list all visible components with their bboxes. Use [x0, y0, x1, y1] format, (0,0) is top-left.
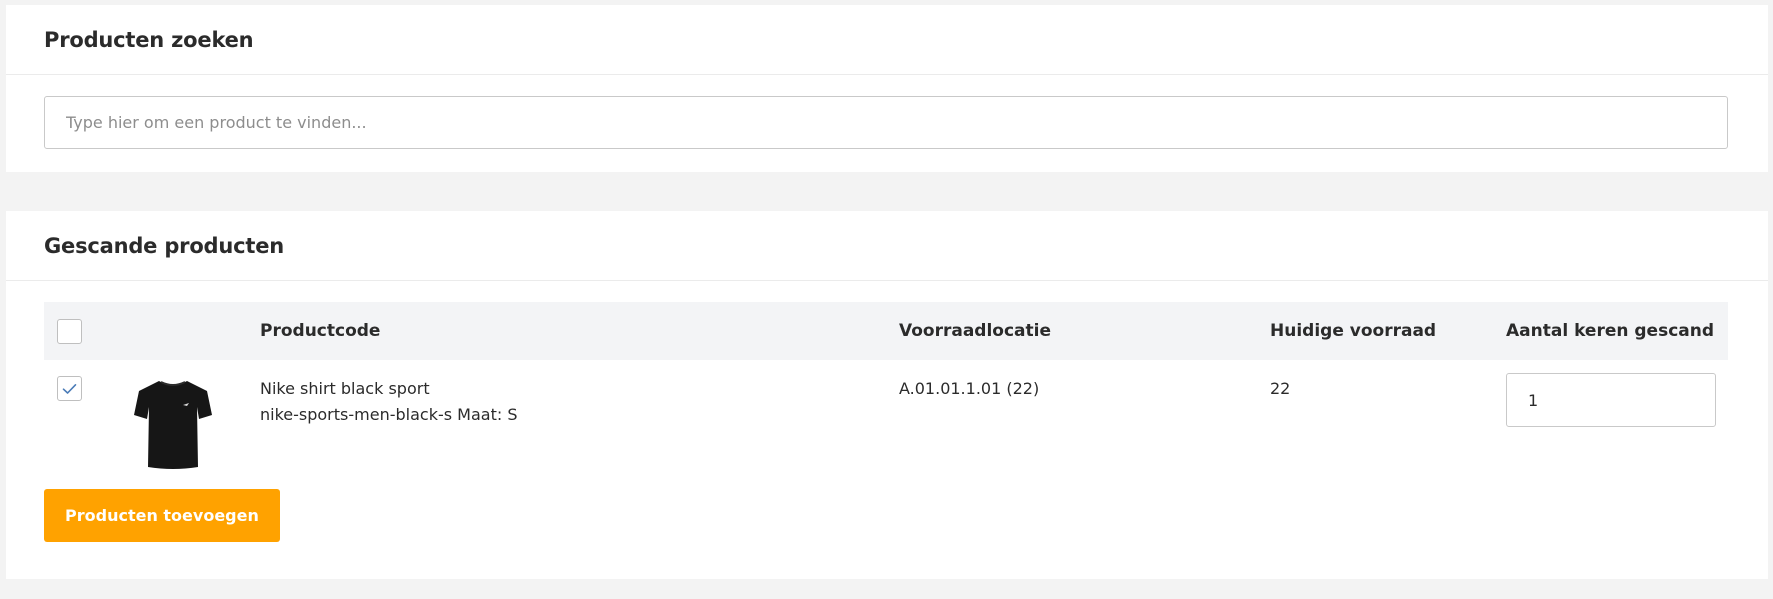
- column-header-stock: Huidige voorraad: [1270, 321, 1437, 341]
- select-all-cell: [57, 318, 82, 344]
- current-stock: 22: [1270, 379, 1291, 398]
- select-all-checkbox[interactable]: [57, 318, 82, 344]
- table-header: Productcode Voorraadlocatie Huidige voor…: [44, 302, 1728, 360]
- stock-location: A.01.01.1.01 (22): [899, 379, 1040, 398]
- row-select-checkbox[interactable]: [57, 376, 82, 401]
- column-header-scanned: Aantal keren gescand: [1506, 321, 1715, 341]
- search-card-body: [6, 75, 1768, 149]
- scanned-count-cell: [1506, 373, 1716, 427]
- scanned-card-title: Gescande producten: [44, 233, 285, 258]
- scanned-products-table: Productcode Voorraadlocatie Huidige voor…: [44, 302, 1728, 475]
- column-header-code: Productcode: [260, 321, 381, 341]
- search-card-header: Producten zoeken: [6, 5, 1768, 75]
- search-card: Producten zoeken: [6, 5, 1768, 172]
- row-select-cell: [57, 376, 82, 401]
- add-products-button[interactable]: Producten toevoegen: [44, 489, 280, 542]
- product-code-cell: Nike shirt black sport nike-sports-men-b…: [260, 376, 517, 428]
- scanned-card-body: Productcode Voorraadlocatie Huidige voor…: [6, 302, 1768, 542]
- product-search-input[interactable]: [44, 96, 1728, 149]
- page: Producten zoeken Gescande producten Prod…: [0, 0, 1773, 599]
- checkmark-icon: [62, 383, 77, 394]
- black-tshirt-icon: [129, 375, 217, 473]
- column-header-location: Voorraadlocatie: [899, 321, 1052, 341]
- product-name: Nike shirt black sport: [260, 379, 430, 398]
- scanned-products-card: Gescande producten Productcode Voorraadl…: [6, 211, 1768, 579]
- product-code: nike-sports-men-black-s Maat: S: [260, 405, 518, 424]
- table-row: Nike shirt black sport nike-sports-men-b…: [44, 360, 1728, 475]
- search-card-title: Producten zoeken: [44, 27, 254, 52]
- scanned-count-input[interactable]: [1506, 373, 1716, 427]
- product-image: [129, 375, 217, 473]
- scanned-card-header: Gescande producten: [6, 211, 1768, 281]
